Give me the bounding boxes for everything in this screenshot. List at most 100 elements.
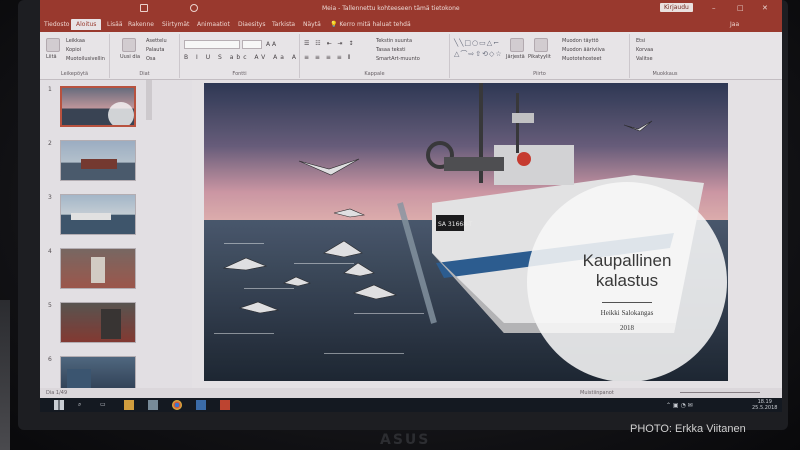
desk-reflection bbox=[0, 300, 10, 450]
font-format-icons[interactable]: B I U S abc AV Aa A bbox=[184, 54, 299, 61]
shapes-gallery[interactable]: ╲╲□○▭△⌐ bbox=[454, 39, 500, 47]
store-icon[interactable] bbox=[148, 400, 158, 410]
zoom-slider[interactable] bbox=[680, 392, 760, 393]
thumb-number: 6 bbox=[48, 356, 52, 363]
status-bar: Dia 1/49 Muistiinpanot bbox=[40, 388, 782, 398]
slide-author[interactable]: Heikki Salokangas bbox=[527, 309, 727, 317]
paste-button[interactable]: Liitä bbox=[46, 54, 57, 60]
list-icons[interactable]: ☰ ☷ ⇤ ⇥ ↕ bbox=[304, 40, 355, 47]
align-icons[interactable]: ≡ ≡ ≡ ≡ ⫴ bbox=[304, 54, 352, 62]
sign-in-button[interactable]: Kirjaudu bbox=[660, 3, 693, 12]
thumb-crew bbox=[101, 309, 121, 339]
shape-effects-button[interactable]: Muototehosteet bbox=[562, 56, 602, 62]
arrange-icon[interactable] bbox=[510, 38, 524, 52]
chrome-icon[interactable] bbox=[172, 400, 182, 410]
new-slide-button[interactable]: Uusi dia bbox=[120, 54, 140, 60]
slide-thumbnail-1[interactable] bbox=[60, 86, 136, 127]
font-grow-icon[interactable]: A A bbox=[266, 41, 276, 48]
text-direction-button[interactable]: Tekstin suunta bbox=[376, 38, 412, 44]
group-font: A A B I U S abc AV Aa A Fontti bbox=[180, 34, 300, 78]
start-icon[interactable] bbox=[54, 400, 64, 410]
slide-thumbnails-pane: 1 2 3 4 5 6 bbox=[40, 80, 192, 397]
group-label-clipboard: Leikepöytä bbox=[60, 71, 89, 77]
title-bar: Meia - Tallennettu kohteeseen tämä tieto… bbox=[40, 0, 782, 18]
powerpoint-icon[interactable] bbox=[220, 400, 230, 410]
select-button[interactable]: Valitse bbox=[636, 56, 653, 62]
close-button[interactable]: ✕ bbox=[762, 4, 768, 12]
presenter-icon[interactable] bbox=[190, 4, 198, 12]
shape-outline-button[interactable]: Muodon ääriviiva bbox=[562, 47, 605, 53]
reset-button[interactable]: Palauta bbox=[146, 47, 165, 53]
title-line-1: Kaupallinen bbox=[582, 251, 672, 270]
copy-button[interactable]: Kopioi bbox=[66, 47, 81, 53]
title-divider bbox=[602, 302, 652, 303]
thumb-ship bbox=[71, 213, 111, 220]
thumb-number: 4 bbox=[48, 248, 52, 255]
slide-thumbnail-4[interactable] bbox=[60, 248, 136, 289]
share-button[interactable]: Jaa bbox=[730, 21, 739, 28]
save-icon[interactable] bbox=[140, 4, 148, 12]
align-text-button[interactable]: Tasaa teksti bbox=[376, 47, 406, 53]
font-name-box[interactable] bbox=[184, 40, 240, 49]
tab-design[interactable]: Rakenne bbox=[128, 21, 154, 28]
task-view-icon[interactable]: ▭ bbox=[100, 401, 106, 408]
search-icon[interactable]: ⌕ bbox=[78, 401, 81, 409]
tab-home[interactable]: Aloitus bbox=[71, 19, 102, 30]
maximize-button[interactable]: □ bbox=[737, 4, 744, 12]
tab-insert[interactable]: Lisää bbox=[107, 21, 123, 28]
group-label-slides: Diat bbox=[139, 71, 150, 77]
notes-button[interactable]: Muistiinpanot bbox=[580, 390, 614, 396]
hull-number: SA 31668-T bbox=[438, 221, 473, 228]
photo-credit: PHOTO: Erkka Viitanen bbox=[630, 423, 746, 435]
quick-styles-button[interactable]: Pikatyylit bbox=[528, 54, 551, 60]
thumb-number: 2 bbox=[48, 140, 52, 147]
tell-me-search[interactable]: 💡 Kerro mitä haluat tehdä bbox=[330, 21, 411, 28]
slide-thumbnail-3[interactable] bbox=[60, 194, 136, 235]
taskbar-clock[interactable]: 18.19 25.5.2018 bbox=[752, 399, 777, 411]
group-label-editing: Muokkaus bbox=[652, 71, 678, 77]
shapes-gallery-row2[interactable]: △⌒⇨⇧⟲◇☆ bbox=[454, 49, 503, 59]
slide-title[interactable]: Kaupallinen kalastus bbox=[527, 251, 727, 291]
thumb-person bbox=[91, 257, 105, 283]
slide-counter: Dia 1/49 bbox=[46, 390, 68, 396]
fisherman bbox=[517, 152, 531, 166]
slide-thumbnail-2[interactable] bbox=[60, 140, 136, 181]
tab-slideshow[interactable]: Diaesitys bbox=[238, 21, 265, 28]
thumb-boat bbox=[81, 159, 117, 169]
thumb-number: 5 bbox=[48, 302, 52, 309]
font-size-box[interactable] bbox=[242, 40, 262, 49]
format-painter-button[interactable]: Muotoilusivellin bbox=[66, 56, 105, 62]
ribbon-tabs: Tiedosto Aloitus Lisää Rakenne Siirtymät… bbox=[40, 18, 782, 32]
tab-view[interactable]: Näytä bbox=[303, 21, 321, 28]
tab-transitions[interactable]: Siirtymät bbox=[162, 21, 189, 28]
window-title: Meia - Tallennettu kohteeseen tämä tieto… bbox=[322, 5, 460, 12]
title-slide[interactable]: SA 31668-T Kaupallinen kalastus Heikki S… bbox=[204, 83, 728, 381]
tray-icons[interactable]: ⌃ ▣ ◔ ✉ bbox=[666, 402, 693, 409]
thumbnails-scrollbar[interactable] bbox=[146, 80, 152, 120]
paste-icon[interactable] bbox=[46, 38, 60, 52]
replace-button[interactable]: Korvaa bbox=[636, 47, 653, 53]
layout-button[interactable]: Asettelu bbox=[146, 38, 167, 44]
shape-fill-button[interactable]: Muodon täyttö bbox=[562, 38, 599, 44]
file-explorer-icon[interactable] bbox=[124, 400, 134, 410]
find-button[interactable]: Etsi bbox=[636, 38, 645, 44]
app-icon[interactable] bbox=[196, 400, 206, 410]
thumb-number: 3 bbox=[48, 194, 52, 201]
slide-year[interactable]: 2018 bbox=[527, 324, 727, 332]
quick-styles-icon[interactable] bbox=[534, 38, 548, 52]
tab-file[interactable]: Tiedosto bbox=[44, 21, 69, 28]
tab-review[interactable]: Tarkista bbox=[272, 21, 295, 28]
group-slides: Uusi dia Asettelu Palauta Osa Diat bbox=[110, 34, 180, 78]
smartart-button[interactable]: SmartArt-muunto bbox=[376, 56, 420, 62]
tab-animations[interactable]: Animaatiot bbox=[197, 21, 230, 28]
thumb-circle bbox=[108, 102, 134, 125]
group-editing: Etsi Korvaa Valitse Muokkaus bbox=[630, 34, 700, 78]
monitor-brand-logo: ASUS bbox=[380, 432, 431, 448]
slide-thumbnail-5[interactable] bbox=[60, 302, 136, 343]
minimize-button[interactable]: – bbox=[712, 4, 716, 12]
section-button[interactable]: Osa bbox=[146, 56, 156, 62]
arrange-button[interactable]: Järjestä bbox=[506, 54, 525, 60]
boat-cabin bbox=[494, 145, 574, 185]
new-slide-icon[interactable] bbox=[122, 38, 136, 52]
cut-button[interactable]: Leikkaa bbox=[66, 38, 85, 44]
